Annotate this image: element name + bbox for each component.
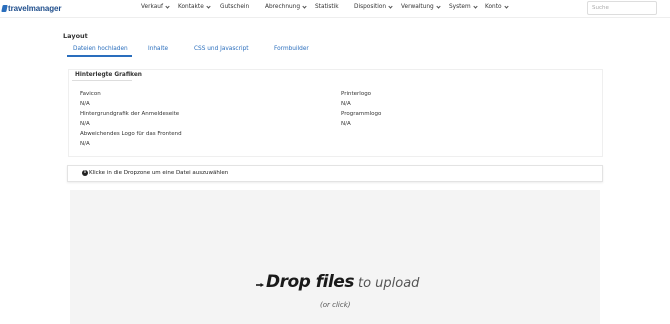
info-text: Klicke in die Dropzone um eine Datei aus…	[89, 170, 229, 176]
nav-item-system[interactable]: System	[449, 3, 478, 10]
field-label-background: Hintergrundgrafik der Anmeldeseite	[80, 111, 180, 117]
top-navbar: travelmanager Verkauf Kontakte Gutschein…	[0, 0, 670, 18]
nav-item-disposition[interactable]: Disposition	[354, 3, 393, 10]
nav-item-label: Gutschein	[220, 4, 250, 10]
nav-item-label: Verkauf	[141, 4, 163, 10]
dropzone-main-text: Drop files	[266, 272, 354, 292]
chevron-down-icon	[473, 3, 478, 9]
field-value-favicon: N/A	[80, 101, 90, 107]
dropzone-secondary-text: to upload	[357, 276, 420, 291]
chevron-down-icon	[503, 3, 509, 9]
chevron-down-icon	[436, 3, 441, 9]
nav-item-abrechnung[interactable]: Abrechnung	[265, 3, 307, 10]
tab-dateien-hochladen[interactable]: Dateien hochladen	[73, 46, 128, 52]
nav-item-label: Konto	[485, 4, 502, 10]
arrow-right-icon	[256, 283, 264, 287]
info-icon: i	[82, 170, 88, 176]
tab-formbuilder[interactable]: Formbuilder	[274, 46, 309, 52]
nav-item-kontakte[interactable]: Kontakte	[178, 3, 211, 10]
page-title: Layout	[63, 32, 88, 40]
nav-item-label: Kontakte	[178, 4, 204, 10]
tab-css-und-javascript[interactable]: CSS und Javascript	[194, 46, 249, 52]
nav-item-label: Statistik	[315, 4, 339, 10]
nav-item-konto[interactable]: Konto	[485, 3, 509, 10]
chevron-down-icon	[388, 3, 393, 9]
panel-title-divider	[72, 80, 132, 81]
dropzone-subtext: (or click)	[320, 301, 351, 309]
field-value-frontend-logo: N/A	[80, 141, 90, 147]
field-label-frontend-logo: Abweichendes Logo für das Frontend	[80, 131, 182, 137]
nav-item-label: Verwaltung	[401, 4, 434, 10]
dropzone-message: Drop files to upload	[266, 272, 419, 292]
active-tab-indicator	[67, 55, 132, 57]
chevron-down-icon	[302, 3, 307, 9]
field-label-programmlogo: Programmlogo	[341, 111, 382, 117]
chevron-down-icon	[206, 3, 211, 9]
field-value-programmlogo: N/A	[341, 121, 351, 127]
nav-item-label: Abrechnung	[265, 4, 301, 10]
search-input[interactable]	[587, 1, 657, 15]
tab-inhalte[interactable]: Inhalte	[148, 46, 168, 52]
field-value-printerlogo: N/A	[341, 101, 351, 107]
field-label-printerlogo: Printerlogo	[341, 91, 372, 97]
logo-mark-icon	[1, 4, 8, 12]
field-value-background: N/A	[80, 121, 90, 127]
nav-item-label: Disposition	[354, 4, 387, 10]
panel-title: Hinterlegte Grafiken	[75, 72, 142, 78]
nav-item-label: System	[449, 4, 471, 10]
field-label-favicon: Favicon	[80, 91, 101, 97]
logo-text: travelmanager	[8, 3, 62, 13]
nav-item-gutschein[interactable]: Gutschein	[220, 4, 249, 10]
travelmanager-logo[interactable]: travelmanager	[1, 2, 62, 14]
nav-item-verwaltung[interactable]: Verwaltung	[401, 3, 441, 10]
nav-item-verkauf[interactable]: Verkauf	[141, 3, 170, 10]
nav-item-statistik[interactable]: Statistik	[315, 4, 339, 10]
chevron-down-icon	[165, 3, 170, 9]
